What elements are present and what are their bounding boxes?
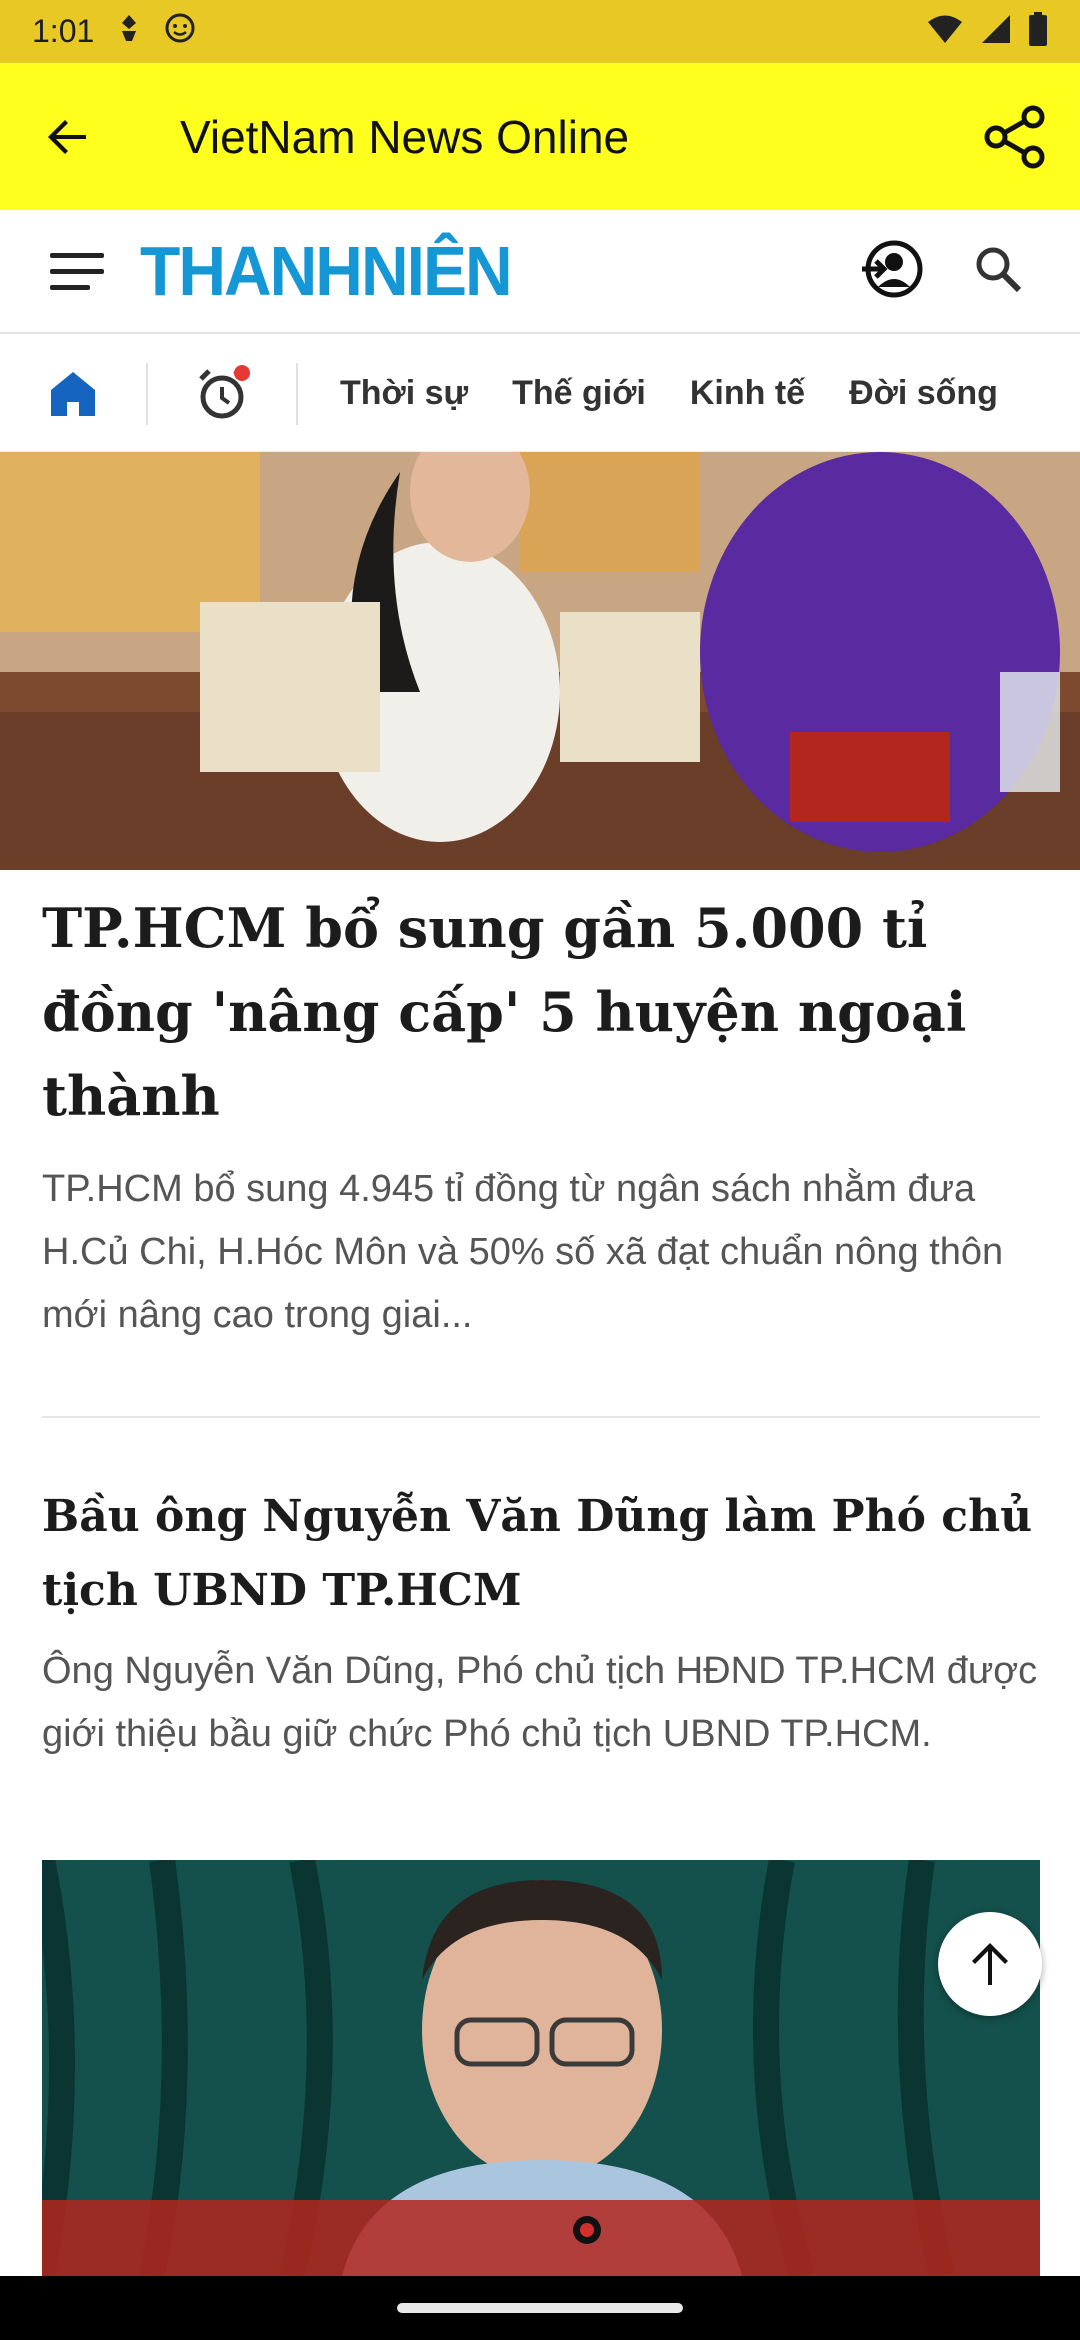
category-nav: Thời sự Thế giới Kinh tế Đời sống	[0, 336, 1080, 452]
divider	[42, 1416, 1040, 1418]
search-icon	[976, 247, 1022, 292]
scroll-to-top-button[interactable]	[938, 1912, 1042, 2016]
home-icon	[51, 371, 95, 416]
notification-dot	[234, 364, 250, 381]
account-icon	[862, 240, 923, 297]
app-title: VietNam News Online	[180, 110, 630, 163]
nav-tabs: Thời sự Thế giới Kinh tế Đời sống	[340, 374, 998, 413]
article-title[interactable]: TP.HCM bổ sung gần 5.000 tỉ đồng 'nâng c…	[42, 886, 1040, 1138]
tab-the-gioi[interactable]: Thế giới	[512, 374, 646, 413]
menu-line	[50, 252, 104, 258]
status-bar: 1:01	[0, 0, 1080, 63]
back-button[interactable]	[0, 63, 136, 210]
article-photo	[42, 1860, 1040, 2276]
tab-thoi-su[interactable]: Thời sự	[340, 374, 468, 413]
menu-line	[50, 284, 90, 290]
tab-kinh-te[interactable]: Kinh tế	[690, 374, 805, 413]
nav-home-button[interactable]	[0, 362, 148, 425]
share-icon	[984, 105, 1045, 168]
article-title[interactable]: Bầu ông Nguyễn Văn Dũng làm Phó chủ tịch…	[42, 1480, 1040, 1628]
arrow-left-icon	[48, 119, 86, 154]
article-card[interactable]: TP.HCM bổ sung gần 5.000 tỉ đồng 'nâng c…	[42, 886, 1040, 1347]
battery-icon	[1028, 12, 1048, 51]
menu-line	[50, 268, 104, 274]
nav-latest-button[interactable]	[148, 362, 298, 425]
hamburger-menu-button[interactable]	[50, 241, 110, 301]
article-summary: TP.HCM bổ sung 4.945 tỉ đồng từ ngân sác…	[42, 1168, 1004, 1336]
hero-photo	[0, 452, 1080, 870]
system-navigation-bar	[0, 2276, 1080, 2340]
thanhnien-logo[interactable]: THANHNIÊN	[140, 231, 513, 311]
signal-icon	[980, 13, 1012, 50]
tab-doi-song[interactable]: Đời sống	[849, 374, 998, 413]
status-time: 1:01	[32, 13, 95, 49]
login-button[interactable]	[860, 239, 924, 304]
arrow-up-icon	[972, 1943, 1008, 1985]
share-button[interactable]	[950, 63, 1080, 210]
notification-icon	[116, 13, 142, 51]
app-bar: VietNam News Online	[0, 63, 1080, 210]
article-summary: Ông Nguyễn Văn Dũng, Phó chủ tịch HĐND T…	[42, 1650, 1038, 1755]
face-icon	[164, 12, 196, 52]
home-gesture-handle[interactable]	[397, 2303, 683, 2313]
search-button[interactable]	[974, 245, 1022, 298]
article-card[interactable]: Bầu ông Nguyễn Văn Dũng làm Phó chủ tịch…	[42, 1480, 1040, 1766]
hero-article-image[interactable]	[0, 452, 1080, 870]
wifi-icon	[926, 13, 964, 50]
article-image[interactable]	[42, 1860, 1040, 2276]
site-header: THANHNIÊN	[0, 210, 1080, 334]
